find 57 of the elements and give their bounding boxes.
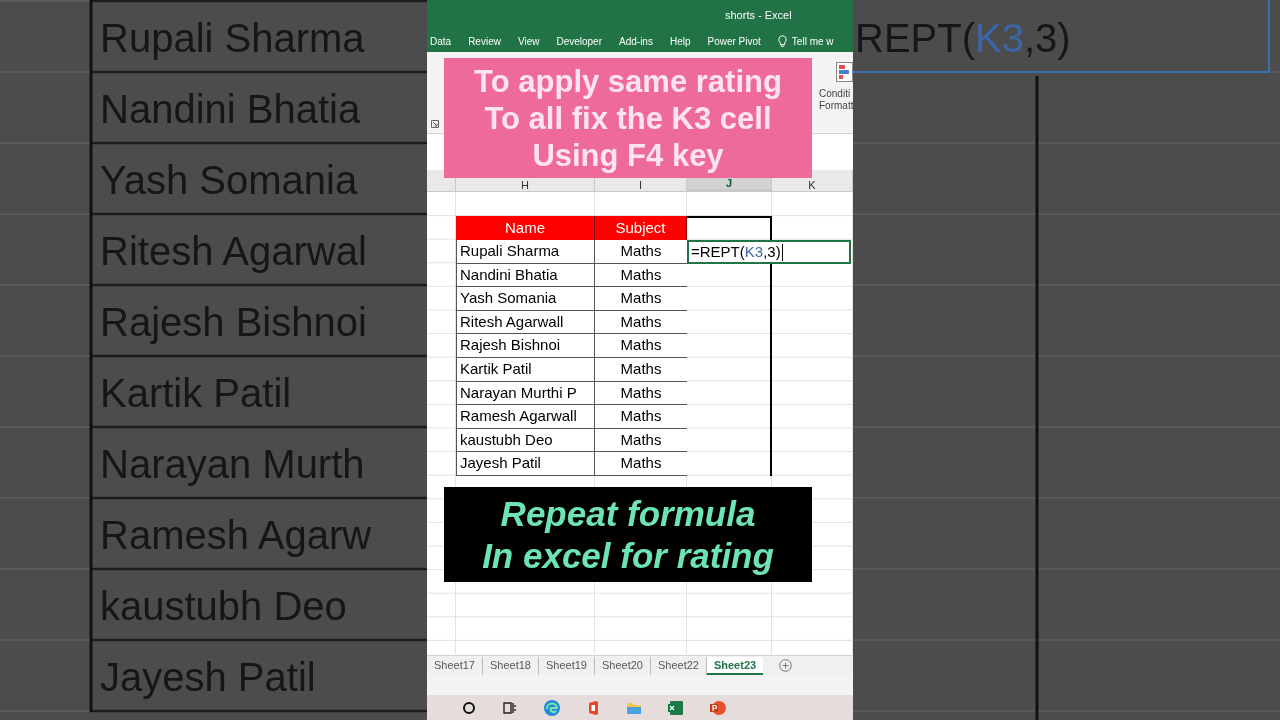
table-cell: Maths: [595, 381, 687, 406]
task-view-icon[interactable]: [500, 699, 518, 717]
table-cell: Maths: [595, 357, 687, 382]
ribbon-tab[interactable]: Data: [430, 33, 452, 49]
dialog-launcher-icon: [431, 120, 439, 128]
caption-line: In excel for rating: [482, 534, 774, 577]
table-cell: Rupali Sharma: [456, 240, 595, 264]
table-cell: Rajesh Bishnoi: [456, 334, 595, 358]
table-cell: Maths: [595, 263, 687, 288]
ribbon-tab[interactable]: Add-ins: [619, 33, 653, 49]
add-sheet-icon[interactable]: [779, 659, 793, 672]
table-cell: kaustubh Deo: [456, 428, 595, 453]
table-cell: Maths: [595, 452, 687, 476]
caption-line: To all fix the K3 cell: [484, 99, 772, 137]
sheet-tab[interactable]: Sheet17: [427, 656, 483, 675]
table-header-cell: Name: [456, 216, 595, 240]
formula-input[interactable]: =REPT(K3,3): [687, 240, 851, 264]
search-icon[interactable]: [460, 699, 478, 717]
table-cell: Maths: [595, 428, 687, 453]
ribbon-tab[interactable]: Developer: [556, 33, 602, 49]
table-cell: Ritesh Agarwall: [456, 310, 595, 335]
ribbon-tab[interactable]: Power Pivot: [707, 33, 761, 49]
column-header[interactable]: H: [521, 179, 529, 191]
caption-line: To apply same rating: [474, 62, 782, 100]
table-cell: Maths: [595, 240, 687, 264]
spreadsheet-app-icon[interactable]: [667, 699, 685, 717]
column-header[interactable]: K: [808, 179, 816, 191]
table-cell: Maths: [595, 287, 687, 311]
browser-icon[interactable]: [543, 699, 561, 717]
table-cell: Maths: [595, 310, 687, 335]
table-header-cell: Subject: [595, 216, 687, 240]
ribbon-tab[interactable]: Help: [669, 33, 691, 49]
ribbon-button-label: Formatt: [819, 100, 853, 112]
table-cell: Kartik Patil: [456, 357, 595, 382]
table-cell: Yash Somania: [456, 287, 595, 311]
ribbon-tab[interactable]: Review: [468, 33, 501, 49]
caption-line: Repeat formula: [500, 492, 756, 535]
table-cell: Ramesh Agarwall: [456, 405, 595, 429]
sheet-tab[interactable]: Sheet23: [706, 656, 764, 675]
ribbon-button-label: Conditi: [819, 88, 852, 100]
sheet-tab[interactable]: Sheet20: [594, 656, 651, 675]
table-cell: Jayesh Patil: [456, 452, 595, 476]
lightbulb-icon: [777, 34, 787, 48]
column-header[interactable]: I: [638, 179, 643, 191]
sheet-tab[interactable]: Sheet18: [483, 656, 539, 675]
table-cell: Nandini Bhatia: [456, 263, 595, 288]
ribbon-tab[interactable]: View: [517, 33, 540, 49]
table-cell: Maths: [595, 334, 687, 358]
caption-line: Using F4 key: [532, 136, 724, 174]
tell-me-search[interactable]: Tell me w: [791, 33, 834, 49]
table-cell: Maths: [595, 405, 687, 429]
window-title: shorts - Excel: [725, 7, 792, 23]
column-header[interactable]: J: [725, 177, 733, 189]
presentation-app-icon[interactable]: [709, 699, 727, 717]
sheet-tab[interactable]: Sheet22: [650, 656, 707, 675]
table-cell: Narayan Murthi P: [456, 381, 595, 406]
sheet-tab[interactable]: Sheet19: [538, 656, 595, 675]
